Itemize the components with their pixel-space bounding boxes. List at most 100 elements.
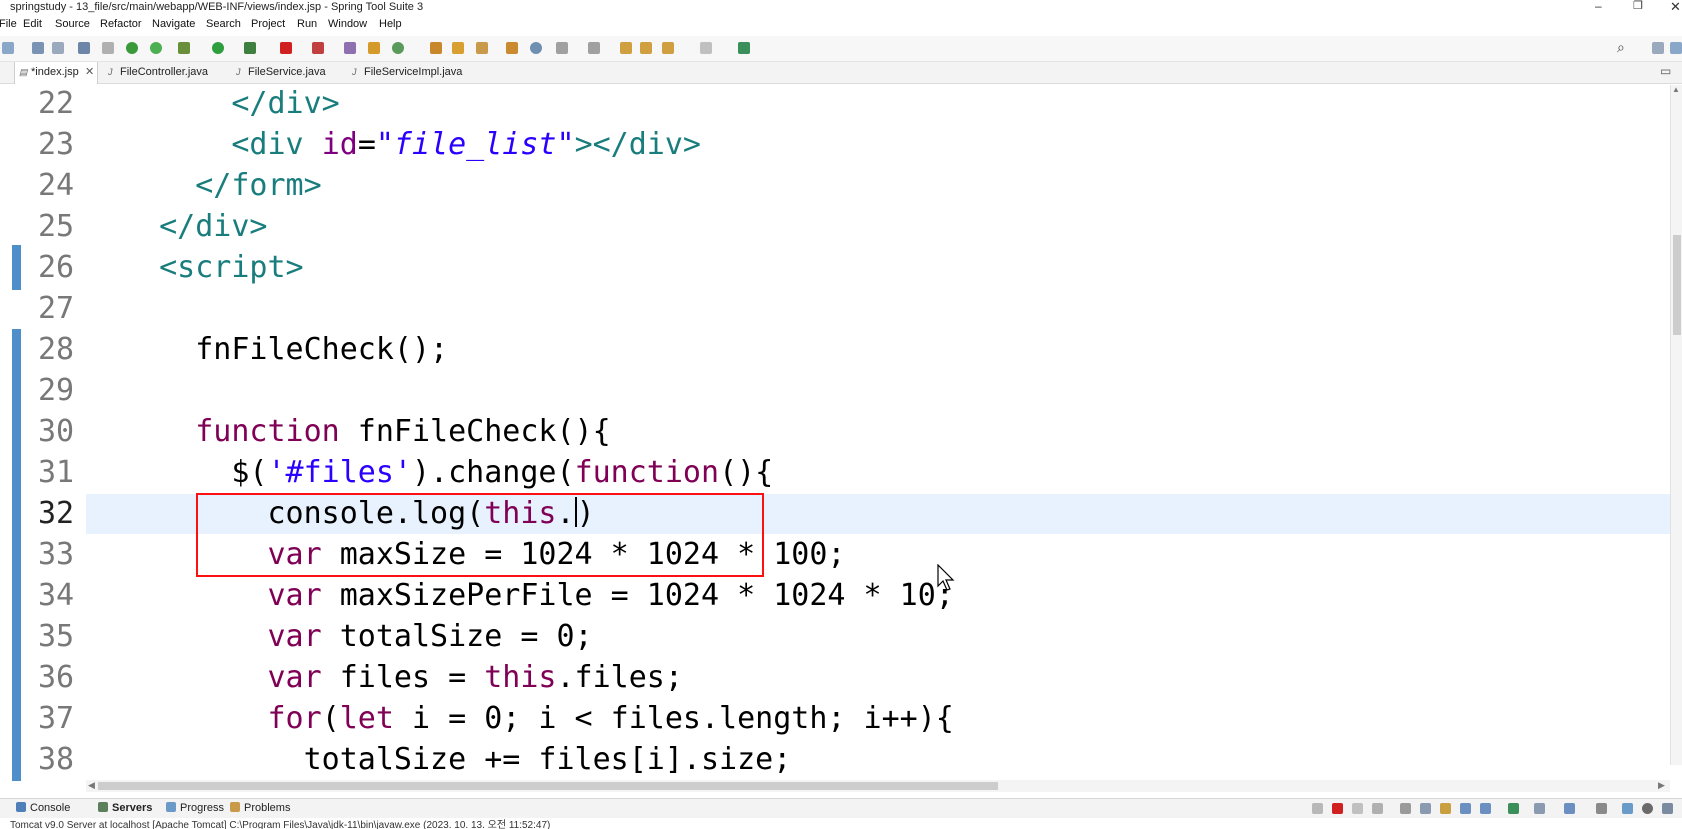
view-menu-icon[interactable] [1662,803,1673,814]
terminate-icon[interactable] [1332,803,1343,814]
code-text: totalSize += files[i].size; [303,742,792,777]
spring-icon[interactable] [368,42,380,54]
minimize-button[interactable]: – [1595,0,1602,13]
tab-label: Console [30,802,71,814]
globe-icon[interactable] [530,42,542,54]
save-icon[interactable] [32,42,44,54]
vertical-scrollbar[interactable]: ▲ [1670,85,1682,765]
line-number: 38 [38,742,75,777]
skip-breakpoints-icon[interactable] [102,42,114,54]
mark-occurrences-icon[interactable] [506,42,518,54]
tab-file-controller[interactable]: J FileController.java [104,62,224,84]
line-number: 33 [38,537,75,572]
horizontal-scrollbar[interactable]: ◀ ▶ [86,780,1670,792]
next-annotation-icon[interactable] [556,42,568,54]
java-file-icon: J [108,67,113,77]
minimize-view-icon[interactable] [1596,803,1607,814]
gear-icon[interactable] [1642,803,1653,814]
editor-tab-bar: ▤ *index.jsp ✕ J FileController.java J File… [0,62,1682,84]
scroll-thumb[interactable] [98,782,998,790]
menu-file[interactable]: File [0,18,17,30]
scroll-right-icon[interactable]: ▶ [1658,780,1665,791]
maximize-view-icon[interactable] [1622,803,1633,814]
line-number: 29 [38,373,75,408]
word-wrap-icon[interactable] [1440,803,1451,814]
open-resource-icon[interactable] [452,42,464,54]
menu-edit[interactable]: Edit [23,18,42,30]
pin-console-icon[interactable] [1312,803,1323,814]
menu-help[interactable]: Help [379,18,402,30]
pin-editor-icon[interactable] [738,42,750,54]
close-button[interactable]: ✕ [1670,0,1681,15]
display-console-icon[interactable] [1534,803,1545,814]
tab-console[interactable]: Console [16,802,70,814]
tab-file-service-impl[interactable]: J FileServiceImpl.java [348,62,478,84]
print-icon[interactable] [78,42,90,54]
stop-icon[interactable] [280,42,292,54]
menu-run[interactable]: Run [297,18,317,30]
tab-progress[interactable]: Progress [166,802,224,814]
debug-launch-icon[interactable] [178,42,190,54]
run-external-icon[interactable] [244,42,256,54]
scroll-left-icon[interactable]: ◀ [88,780,95,791]
view-menu-icon[interactable]: ▭ [1660,64,1671,78]
forward-icon[interactable] [700,42,712,54]
boot-dashboard-icon[interactable] [392,42,404,54]
scroll-thumb[interactable] [1673,235,1681,335]
run-icon[interactable] [212,42,224,54]
close-tab-icon[interactable]: ✕ [85,65,94,78]
tab-label: Servers [112,802,153,814]
code-line: 36 var files = this.files; [0,657,683,698]
window-title: springstudy - 13_file/src/main/webapp/WE… [10,1,424,13]
tab-problems[interactable]: Problems [230,802,290,814]
tab-label: FileService.java [248,66,326,78]
menu-project[interactable]: Project [251,18,285,30]
menu-navigate[interactable]: Navigate [152,18,195,30]
prev-annotation-icon[interactable] [588,42,600,54]
line-number: 32 [38,496,75,531]
save-all-icon[interactable] [52,42,64,54]
remove-all-icon[interactable] [1372,803,1383,814]
new-icon[interactable] [2,42,14,54]
code-text: $('#files').change(function(){ [231,455,774,490]
code-text: <div id="file_list"></div> [231,127,701,162]
code-line: 29 [0,370,74,411]
menu-source[interactable]: Source [55,18,90,30]
jsp-file-icon: ▤ [19,67,28,77]
terminate-icon[interactable] [312,42,324,54]
show-on-stdout-icon[interactable] [1460,803,1471,814]
menu-search[interactable]: Search [206,18,241,30]
code-editor[interactable]: 22 </div> 23 <div id="file_list"></div> … [0,85,1682,781]
show-on-stderr-icon[interactable] [1480,803,1491,814]
java-ee-perspective-icon[interactable] [1670,42,1682,54]
code-text: function fnFileCheck(){ [195,414,611,449]
remove-launch-icon[interactable] [1352,803,1363,814]
new-server-icon[interactable] [344,42,356,54]
menu-refactor[interactable]: Refactor [100,18,142,30]
restore-button[interactable]: ❐ [1633,0,1643,12]
open-perspective-icon[interactable] [1652,42,1664,54]
search-tool-icon[interactable] [476,42,488,54]
scroll-lock-icon[interactable] [1420,803,1431,814]
tab-servers[interactable]: Servers [98,802,152,814]
code-text: var files = this.files; [267,660,683,695]
debug-icon[interactable] [126,42,138,54]
pin-icon[interactable] [1508,803,1519,814]
search-icon[interactable]: ⌕ [1617,39,1625,56]
line-number: 31 [38,455,75,490]
back-icon[interactable] [640,42,652,54]
menu-window[interactable]: Window [328,18,367,30]
clear-console-icon[interactable] [1400,803,1411,814]
scroll-up-icon[interactable]: ▲ [1672,85,1680,94]
last-edit-icon[interactable] [620,42,632,54]
code-lines: 22 </div> 23 <div id="file_list"></div> … [0,85,954,780]
back-history-icon[interactable] [662,42,674,54]
refresh-icon[interactable] [150,42,162,54]
tab-file-service[interactable]: J FileService.java [232,62,342,84]
open-type-icon[interactable] [430,42,442,54]
code-line: 37 for(let i = 0; i < files.length; i++)… [0,698,954,739]
code-line: 27 [0,288,74,329]
tab-index-jsp[interactable]: ▤ *index.jsp ✕ [14,62,98,84]
code-line: 26 <script> [0,247,304,288]
open-console-icon[interactable] [1564,803,1575,814]
